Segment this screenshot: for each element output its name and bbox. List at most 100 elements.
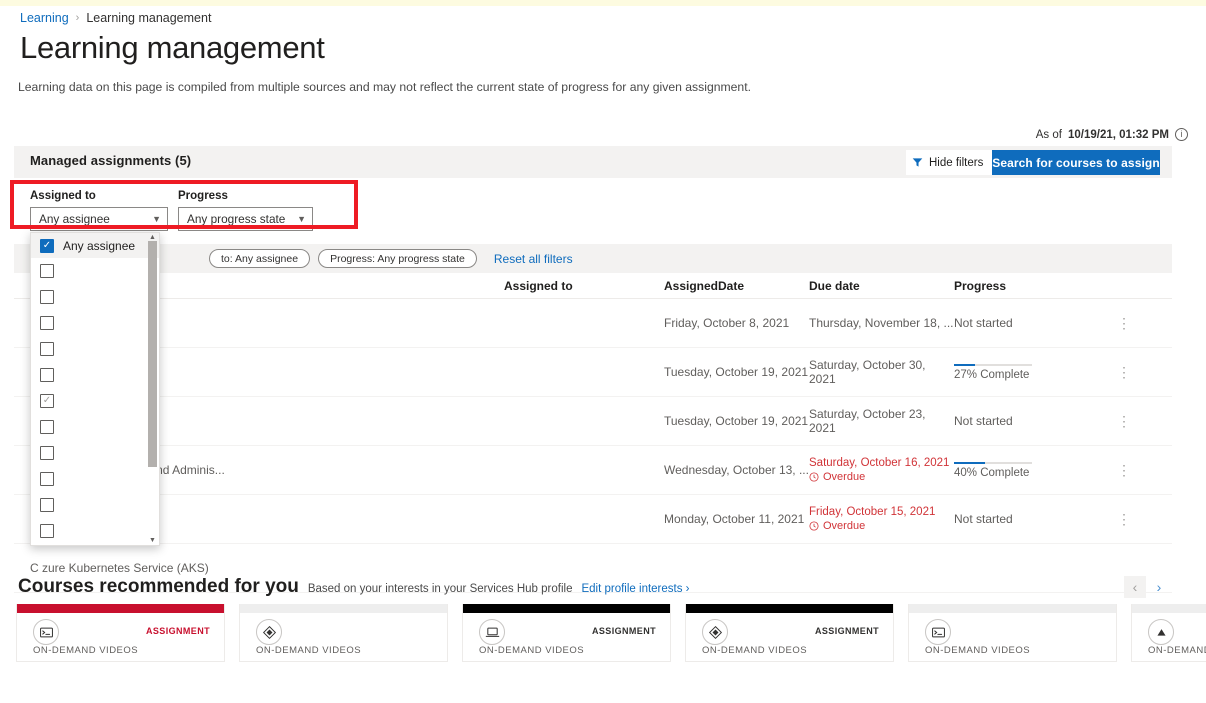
- chevron-left-icon: ‹: [1132, 579, 1138, 595]
- carousel-next-button[interactable]: ›: [1148, 576, 1170, 598]
- kebab-menu-icon[interactable]: ⋮: [1117, 463, 1131, 477]
- dropdown-option-blank[interactable]: [31, 414, 159, 440]
- course-card[interactable]: ON-DEMAND VIDEOS: [239, 604, 448, 662]
- diamond-icon: [256, 619, 282, 645]
- progress-combobox[interactable]: Any progress state ▼: [178, 207, 313, 231]
- dropdown-option-blank[interactable]: [31, 466, 159, 492]
- scroll-down-arrow-icon[interactable]: ▼: [148, 536, 157, 545]
- checkbox-checked-icon[interactable]: [40, 238, 54, 253]
- checkbox-unchecked-icon[interactable]: [40, 368, 54, 382]
- assignments-table: Course Assigned to AssignedDate Due date…: [14, 273, 1172, 593]
- kebab-menu-icon[interactable]: ⋮: [1117, 414, 1131, 428]
- checkbox-unchecked-icon[interactable]: [40, 264, 54, 278]
- table-row[interactable]: V ation SkillsMonday, October 11, 2021Fr…: [14, 495, 1172, 544]
- overdue-label: Overdue: [823, 471, 866, 483]
- progress-bar: 40% Complete: [954, 461, 1032, 479]
- dropdown-option-blank[interactable]: [31, 518, 159, 544]
- kebab-menu-icon[interactable]: ⋮: [1117, 365, 1131, 379]
- overdue-label: Overdue: [823, 520, 866, 532]
- chevron-down-icon: ▼: [152, 214, 161, 224]
- dropdown-scrollbar-thumb[interactable]: [148, 241, 157, 467]
- terminal-icon: [33, 619, 59, 645]
- checkbox-unchecked-icon[interactable]: [40, 342, 54, 356]
- hide-filters-button[interactable]: Hide filters: [906, 150, 992, 175]
- breadcrumb-link-learning[interactable]: Learning: [20, 11, 69, 25]
- table-row[interactable]: A iateTuesday, October 19, 2021Saturday,…: [14, 348, 1172, 397]
- card-content-type: ON-DEMAND VIDEOS: [33, 645, 139, 656]
- kebab-menu-icon[interactable]: ⋮: [1117, 316, 1131, 330]
- chevron-down-icon: ▼: [297, 214, 306, 224]
- search-for-courses-button[interactable]: Search for courses to assign: [992, 150, 1160, 175]
- table-row[interactable]: A onnectTuesday, October 19, 2021Saturda…: [14, 397, 1172, 446]
- progress-fill: [954, 461, 986, 464]
- checkbox-unchecked-icon[interactable]: [40, 290, 54, 304]
- cell-actions: ⋮: [1094, 316, 1154, 330]
- filter-assigned-to: Assigned to Any assignee ▼: [30, 190, 168, 231]
- filter-progress-label: Progress: [178, 190, 228, 202]
- cell-due-date: Saturday, October 30, 2021: [809, 358, 926, 386]
- table-row[interactable]: S Manager: Concepts and Adminis...Wednes…: [14, 446, 1172, 495]
- carousel-nav: ‹ ›: [1124, 576, 1170, 598]
- column-header-assigned-to[interactable]: Assigned to: [504, 279, 664, 293]
- course-card[interactable]: ASSIGNMENT ON-DEMAND VIDEOS: [16, 604, 225, 662]
- assignee-dropdown-panel[interactable]: Any assignee ▲ ▼: [30, 232, 160, 546]
- dropdown-option-any-assignee[interactable]: Any assignee: [31, 233, 159, 258]
- progress-bar: 27% Complete: [954, 363, 1032, 381]
- cell-course[interactable]: C zure Kubernetes Service (AKS): [14, 561, 504, 575]
- dropdown-option-blank[interactable]: [31, 284, 159, 310]
- breadcrumb-separator-icon: ›: [75, 12, 80, 24]
- clock-icon: [809, 521, 819, 531]
- progress-label: 40% Complete: [954, 466, 1030, 479]
- course-card[interactable]: ASSIGNMENT ON-DEMAND VIDEOS: [462, 604, 671, 662]
- assignment-tag: ASSIGNMENT: [145, 626, 210, 636]
- column-header-progress[interactable]: Progress: [954, 279, 1094, 293]
- assignment-tag: ASSIGNMENT: [591, 626, 656, 636]
- card-accent-bar: [240, 604, 447, 613]
- filter-progress: Progress Any progress state ▼: [178, 190, 313, 231]
- column-header-due-date[interactable]: Due date: [809, 279, 954, 293]
- checkbox-unchecked-icon[interactable]: [40, 446, 54, 460]
- recommended-subtitle: Based on your interests in your Services…: [307, 583, 573, 595]
- dropdown-option-blank[interactable]: [31, 310, 159, 336]
- carousel-prev-button[interactable]: ‹: [1124, 576, 1146, 598]
- progress-track: [954, 363, 1032, 366]
- checkbox-unchecked-icon[interactable]: [40, 498, 54, 512]
- laptop-icon: [479, 619, 505, 645]
- as-of-value: 10/19/21, 01:32 PM: [1067, 128, 1169, 141]
- table-row[interactable]: CFriday, October 8, 2021Thursday, Novemb…: [14, 299, 1172, 348]
- clock-icon: [809, 472, 819, 482]
- dropdown-option-blank[interactable]: [31, 362, 159, 388]
- card-accent-bar: [463, 604, 670, 613]
- filter-pill[interactable]: to: Any assignee: [209, 249, 311, 268]
- checkbox-unchecked-icon[interactable]: [40, 524, 54, 538]
- filter-assigned-to-label: Assigned to: [30, 190, 96, 202]
- course-card[interactable]: ASSIGNMENT ON-DEMAND VIDEOS: [685, 604, 894, 662]
- cell-due-date: Saturday, October 16, 2021 Overdue: [809, 457, 954, 483]
- reset-all-filters-link[interactable]: Reset all filters: [494, 252, 573, 266]
- checkbox-unchecked-icon[interactable]: [40, 316, 54, 330]
- cell-assigned-date: Monday, October 11, 2021: [664, 512, 805, 526]
- course-card[interactable]: ON-DEMAND VIDEOS: [908, 604, 1117, 662]
- column-header-assigned-date[interactable]: AssignedDate: [664, 279, 809, 293]
- course-card[interactable]: ON-DEMAND VIDE: [1131, 604, 1206, 662]
- checkbox-unchecked-icon[interactable]: [40, 420, 54, 434]
- breadcrumb: Learning › Learning management: [20, 11, 211, 25]
- info-icon[interactable]: i: [1175, 128, 1188, 141]
- dropdown-option-blank[interactable]: [31, 440, 159, 466]
- checkbox-partially-checked-icon[interactable]: [40, 394, 54, 408]
- dropdown-option-blank[interactable]: [31, 492, 159, 518]
- dropdown-option-blank[interactable]: [31, 388, 159, 414]
- checkbox-unchecked-icon[interactable]: [40, 472, 54, 486]
- card-content-type: ON-DEMAND VIDEOS: [702, 645, 808, 656]
- kebab-menu-icon[interactable]: ⋮: [1117, 512, 1131, 526]
- edit-profile-interests-link[interactable]: Edit profile interests ›: [581, 583, 689, 595]
- cell-due-date: Friday, October 15, 2021 Overdue: [809, 506, 954, 532]
- as-of-prefix: As of: [1035, 128, 1062, 141]
- dropdown-option-blank[interactable]: [31, 258, 159, 284]
- dropdown-scrollbar[interactable]: ▲ ▼: [148, 234, 157, 545]
- card-accent-bar: [909, 604, 1116, 613]
- filter-pill[interactable]: Progress: Any progress state: [318, 249, 477, 268]
- as-of-timestamp: As of 10/19/21, 01:32 PM i: [1036, 128, 1188, 141]
- dropdown-option-blank[interactable]: [31, 336, 159, 362]
- assigned-to-combobox[interactable]: Any assignee ▼: [30, 207, 168, 231]
